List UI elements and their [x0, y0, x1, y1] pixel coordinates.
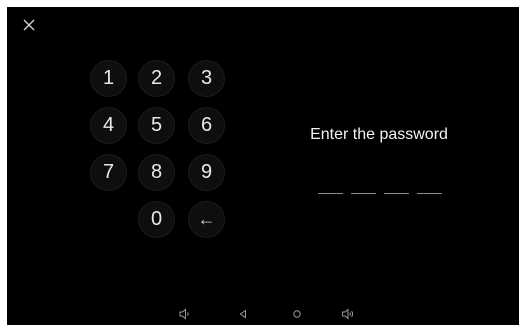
key-3[interactable]: 3 — [188, 60, 225, 97]
system-navigation-bar — [7, 303, 519, 325]
key-6[interactable]: 6 — [188, 107, 225, 144]
password-prompt: Enter the password — [310, 126, 448, 143]
back-button[interactable] — [236, 307, 250, 321]
pin-slot — [417, 193, 442, 194]
key-0[interactable]: 0 — [138, 201, 175, 238]
close-icon — [23, 19, 35, 31]
pin-slot — [318, 193, 343, 194]
key-7[interactable]: 7 — [90, 154, 127, 191]
volume-up-button[interactable] — [341, 307, 355, 321]
volume-down-icon — [179, 308, 189, 320]
home-icon — [293, 310, 301, 318]
key-1[interactable]: 1 — [90, 60, 127, 97]
volume-down-button[interactable] — [178, 307, 192, 321]
key-8[interactable]: 8 — [138, 154, 175, 191]
pin-slot — [384, 193, 409, 194]
home-button[interactable] — [290, 307, 304, 321]
volume-up-icon — [342, 308, 354, 320]
key-9[interactable]: 9 — [188, 154, 225, 191]
key-5[interactable]: 5 — [138, 107, 175, 144]
key-2[interactable]: 2 — [138, 60, 175, 97]
pin-slot — [351, 193, 376, 194]
close-button[interactable] — [21, 17, 37, 33]
key-4[interactable]: 4 — [90, 107, 127, 144]
back-icon — [239, 309, 246, 319]
pin-entry-slots — [318, 193, 442, 194]
backspace-button[interactable]: ← — [188, 201, 225, 238]
lock-screen: 1 2 3 4 5 6 7 8 9 0 ← Enter the password — [7, 7, 519, 325]
